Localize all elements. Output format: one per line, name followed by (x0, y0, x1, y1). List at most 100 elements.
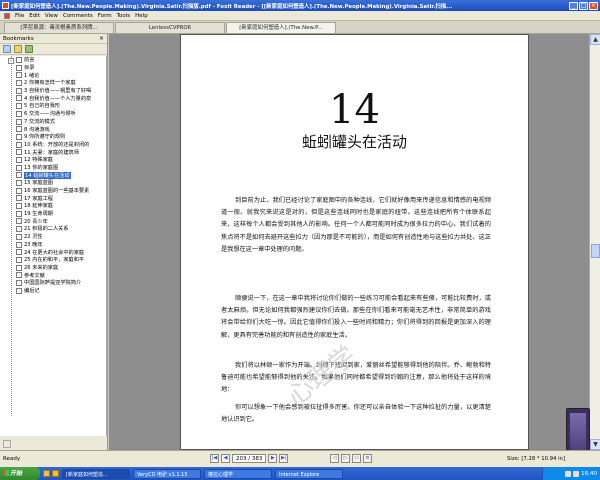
tray-icon-1[interactable] (565, 470, 572, 477)
menu-edit[interactable]: Edit (29, 13, 40, 19)
bookmark-page-icon (16, 287, 22, 294)
bookmark-item[interactable]: 2 你拥有怎样一个家庭 (0, 79, 106, 87)
maximize-button[interactable]: □ (579, 1, 588, 10)
new-bookmark-icon[interactable] (14, 45, 22, 53)
tray-icon-2[interactable] (573, 470, 580, 477)
pdf-page: 14 蚯蚓罐头在活动 到目前为止，我们已经讨论了家庭图中的各种连线，它们就好像用… (180, 34, 529, 450)
scroll-down-icon[interactable]: ▼ (590, 439, 600, 450)
page-number-field[interactable]: 203 / 383 (232, 454, 267, 463)
bookmark-item[interactable]: 12 特殊家庭 (0, 156, 106, 164)
bookmark-item[interactable]: 25 内在的和平，家庭和平 (0, 256, 106, 264)
next-page-icon[interactable]: ▶ (268, 454, 278, 463)
expand-bookmark-icon[interactable] (3, 45, 11, 53)
menu-help[interactable]: Help (135, 13, 148, 19)
bookmark-item[interactable]: 4 自我价值——个人力量的泉 (0, 94, 106, 102)
bookmark-item[interactable]: 6 交流——沟通与倾听 (0, 110, 106, 118)
menu-file[interactable]: File (15, 13, 24, 19)
bookmark-item[interactable]: 9 你所遵守的规则 (0, 133, 106, 141)
window-title: [新家庭如何塑造人].(The.New.People.Making).Virgi… (11, 3, 453, 10)
bookmark-item[interactable]: 23 晚年 (0, 241, 106, 249)
minimize-button[interactable]: _ (569, 1, 578, 10)
menu-bar: File Edit View Comments Form Tools Help (0, 11, 600, 21)
scroll-up-icon[interactable]: ▲ (590, 34, 600, 45)
bookmark-page-icon (16, 64, 22, 71)
bookmark-label: 前言 (24, 57, 35, 64)
bookmark-item[interactable]: 26 未来的家庭 (0, 264, 106, 272)
bookmarks-title: Bookmarks (3, 36, 34, 42)
bookmark-item[interactable]: 19 生命周期 (0, 210, 106, 218)
bookmark-page-icon (16, 80, 22, 87)
system-tray: 16:40 (542, 467, 600, 480)
menu-comments[interactable]: Comments (63, 13, 93, 19)
tab-document-active[interactable]: [新家庭如何塑造人].(The.New.P... (226, 22, 336, 33)
close-panel-icon[interactable]: × (99, 34, 104, 43)
bookmark-item[interactable]: 3 自我价值——锅里有了好喝 (0, 87, 106, 95)
bookmark-item[interactable]: 5 自己的自我形 (0, 102, 106, 110)
last-page-icon[interactable]: ▶| (279, 454, 289, 463)
bookmark-item[interactable]: 前言 (0, 56, 106, 64)
page-navigation: |◀ ◀ 203 / 383 ▶ ▶| (210, 454, 289, 463)
tab-document-2[interactable]: LenlessCVPRO6 (115, 22, 225, 33)
bookmark-item[interactable]: 10 系统：开放的还是封闭的 (0, 141, 106, 149)
bookmark-page-icon (16, 172, 22, 179)
bookmarks-header: Bookmarks × (0, 34, 107, 44)
close-button[interactable]: × (589, 1, 598, 10)
bookmark-page-icon (16, 226, 22, 233)
bookmark-item[interactable]: 8 沟通游戏 (0, 125, 106, 133)
bookmark-item[interactable]: 中国国际萨提亚学院简介 (0, 279, 106, 287)
first-page-icon[interactable]: |◀ (210, 454, 219, 463)
scroll-thumb[interactable] (591, 244, 600, 258)
bookmark-label: 10 系统：开放的还是封闭的 (24, 141, 90, 148)
taskbar-item-verycd[interactable]: VeryCD 电驴 v1.1.15 (133, 468, 201, 479)
start-button[interactable]: 开始 (0, 467, 40, 480)
prev-page-icon[interactable]: ◀ (221, 454, 230, 463)
document-view[interactable]: 14 蚯蚓罐头在活动 到目前为止，我们已经讨论了家庭图中的各种连线，它们就好像用… (109, 34, 589, 450)
bookmark-item[interactable]: 16 家庭蓝图的一些基本要素 (0, 187, 106, 195)
bookmark-item[interactable]: 17 家庭工程 (0, 194, 106, 202)
continuous-icon[interactable]: ≡ (363, 454, 372, 463)
bookmark-item[interactable]: 20 青少年 (0, 217, 106, 225)
bookmark-label: 4 自我价值——个人力量的泉 (24, 95, 92, 102)
tab-document-1[interactable]: [萍尼泉源：毒灵根素质系列牌... (4, 22, 114, 33)
menu-form[interactable]: Form (98, 13, 112, 19)
bookmark-options-icon[interactable] (25, 45, 33, 53)
single-page-icon[interactable]: ▭ (352, 454, 361, 463)
bookmark-label: 15 家庭蓝图 (24, 180, 53, 187)
bookmark-tree[interactable]: - 前言 目录 1 绪论 2 你拥有怎样一个家庭 3 自我价值——锅里有了好喝 4 自我价… (0, 56, 107, 436)
bookmark-item[interactable]: 21 积极的二人关系 (0, 225, 106, 233)
page-size-readout: Size: [7.28 * 10.94 in] (507, 456, 565, 462)
bookmark-item[interactable]: 22 灵性 (0, 233, 106, 241)
document-icon[interactable] (4, 12, 10, 19)
bookmark-item[interactable]: 18 延伸家庭 (0, 202, 106, 210)
bookmark-item[interactable]: 13 你的家庭图 (0, 164, 106, 172)
menu-tools[interactable]: Tools (117, 13, 131, 19)
taskbar-item-foxit[interactable]: [新家庭如何塑造... (62, 468, 130, 479)
forward-icon[interactable]: ▷ (341, 454, 350, 463)
bookmark-item[interactable]: 7 交流的模式 (0, 118, 106, 126)
bookmark-item[interactable]: 15 家庭蓝图 (0, 179, 106, 187)
bookmark-item[interactable]: 14 蚯蚓罐头在活动 (0, 171, 106, 179)
title-bar[interactable]: [新家庭如何塑造人].(The.New.People.Making).Virgi… (0, 0, 600, 11)
menu-view[interactable]: View (45, 13, 58, 19)
bookmark-item[interactable]: 参考文献 (0, 271, 106, 279)
bookmark-item[interactable]: 24 在更大的社会中的家庭 (0, 248, 106, 256)
vertical-scrollbar[interactable]: ▲ ▼ (589, 34, 600, 450)
windows-logo-icon (3, 470, 9, 476)
back-icon[interactable]: ◁ (330, 454, 339, 463)
scroll-left-button[interactable] (3, 440, 11, 448)
quicklaunch-icon-1[interactable] (43, 470, 50, 477)
bookmark-label: 中国国际萨提亚学院简介 (24, 280, 82, 287)
bookmark-page-icon (16, 264, 22, 271)
bookmark-item[interactable]: 目录 (0, 64, 106, 72)
bookmark-item[interactable]: 1 绪论 (0, 71, 106, 79)
quicklaunch-icon-2[interactable] (52, 470, 59, 477)
document-tabs: [萍尼泉源：毒灵根素质系列牌... LenlessCVPRO6 [新家庭如何塑造… (0, 21, 600, 34)
chapter-number: 14 (329, 87, 380, 133)
taskbar-item-folder[interactable]: 蓬拉心理学 (204, 468, 272, 479)
bookmark-label: 3 自我价值——锅里有了好喝 (24, 88, 92, 95)
bookmark-item[interactable]: 11 夫妻：家庭的建筑师 (0, 148, 106, 156)
taskbar-item-ie[interactable]: Internet Explore (275, 468, 343, 479)
bookmark-label: 20 青少年 (24, 218, 48, 225)
bookmark-item[interactable]: 编后记 (0, 287, 106, 295)
bookmark-page-icon (16, 126, 22, 133)
